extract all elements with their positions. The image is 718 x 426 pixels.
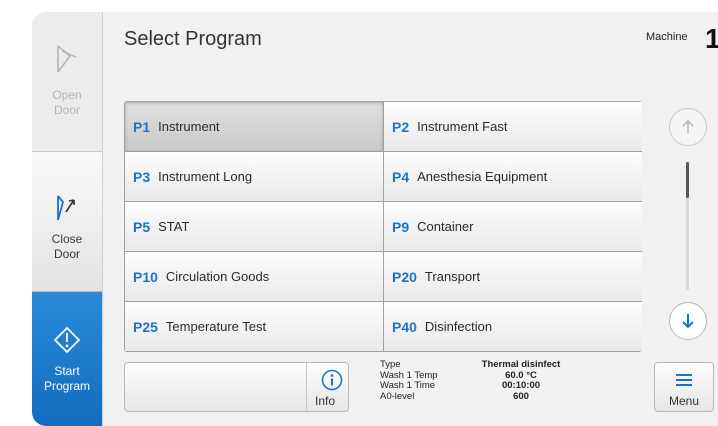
program-button-p20[interactable]: P20 Transport (384, 252, 642, 301)
scroll-up-button[interactable] (669, 108, 707, 146)
program-code: P9 (392, 218, 410, 235)
divider (306, 363, 307, 411)
close-door-label: Close Door (51, 232, 83, 261)
menu-label: Menu (668, 394, 700, 408)
program-name: Instrument Long (158, 169, 253, 184)
menu-icon (676, 374, 692, 386)
machine-screen: Open Door Close Door Start Program Selec… (32, 12, 718, 426)
program-button-p2[interactable]: P2 Instrument Fast (384, 102, 642, 151)
detail-row: Wash 1 Time 00:10:00 (380, 380, 580, 392)
open-door-icon (57, 45, 77, 73)
program-name: Instrument Fast (417, 119, 508, 134)
program-button-p10[interactable]: P10 Circulation Goods (125, 252, 383, 301)
detail-row: A0-level 600 (380, 390, 580, 403)
open-door-label: Open Door (52, 88, 82, 117)
program-code: P5 (133, 218, 151, 235)
open-door-button[interactable]: Open Door (32, 12, 102, 152)
program-name: Disinfection (424, 319, 493, 334)
program-code: P3 (133, 168, 151, 185)
page-title: Select Program (124, 28, 262, 50)
detail-value: Thermal disinfect (481, 359, 561, 370)
close-door-icon (57, 195, 75, 221)
program-code: P1 (133, 118, 151, 135)
scroll-down-button[interactable] (669, 302, 707, 340)
program-name: Container (417, 219, 474, 234)
sidebar: Open Door Close Door Start Program (32, 12, 103, 426)
arrow-down-icon (682, 314, 694, 329)
program-name: Anesthesia Equipment (417, 169, 548, 184)
menu-button[interactable]: Menu (654, 362, 714, 412)
machine-label: Machine (646, 31, 688, 43)
start-program-label: Start Program (43, 364, 90, 393)
start-program-button[interactable]: Start Program (32, 292, 102, 426)
start-diamond-icon (53, 326, 81, 354)
scrollbar-thumb[interactable] (686, 162, 689, 198)
info-button[interactable]: Info (124, 362, 349, 412)
program-code: P20 (392, 268, 417, 285)
program-name: Temperature Test (165, 319, 267, 334)
program-grid: P1 Instrument P2 Instrument Fast P3 Instrum… (124, 101, 642, 352)
detail-row: Type Thermal disinfect (380, 359, 580, 371)
program-code: P10 (133, 268, 158, 285)
program-button-p1[interactable]: P1 Instrument (125, 102, 383, 151)
detail-label: Wash 1 Time (380, 380, 436, 391)
program-button-p3[interactable]: P3 Instrument Long (125, 152, 383, 201)
program-code: P2 (392, 118, 410, 135)
program-details: Type Thermal disinfect Wash 1 Temp 60.0 °C… (380, 359, 580, 403)
detail-label: Type (380, 359, 401, 370)
program-name: STAT (158, 219, 190, 234)
info-label: Info (315, 394, 336, 408)
program-name: Transport (424, 269, 481, 284)
detail-value: 600 (513, 390, 529, 402)
program-code: P25 (133, 318, 158, 335)
program-button-p40[interactable]: P40 Disinfection (384, 302, 642, 351)
program-button-p5[interactable]: P5 STAT (125, 202, 383, 251)
arrow-up-icon (682, 119, 694, 134)
program-name: Instrument (158, 119, 220, 134)
program-code: P40 (392, 318, 417, 335)
info-icon (321, 369, 343, 391)
program-button-p4[interactable]: P4 Anesthesia Equipment (384, 152, 642, 201)
program-code: P4 (392, 168, 410, 185)
program-button-p25[interactable]: P25 Temperature Test (125, 302, 383, 351)
detail-value: 00:10:00 (501, 380, 541, 391)
program-button-p9[interactable]: P9 Container (384, 202, 642, 251)
machine-number: 1 (705, 23, 718, 54)
detail-label: A0-level (380, 390, 415, 402)
close-door-button[interactable]: Close Door (32, 152, 102, 292)
program-name: Circulation Goods (165, 269, 270, 284)
